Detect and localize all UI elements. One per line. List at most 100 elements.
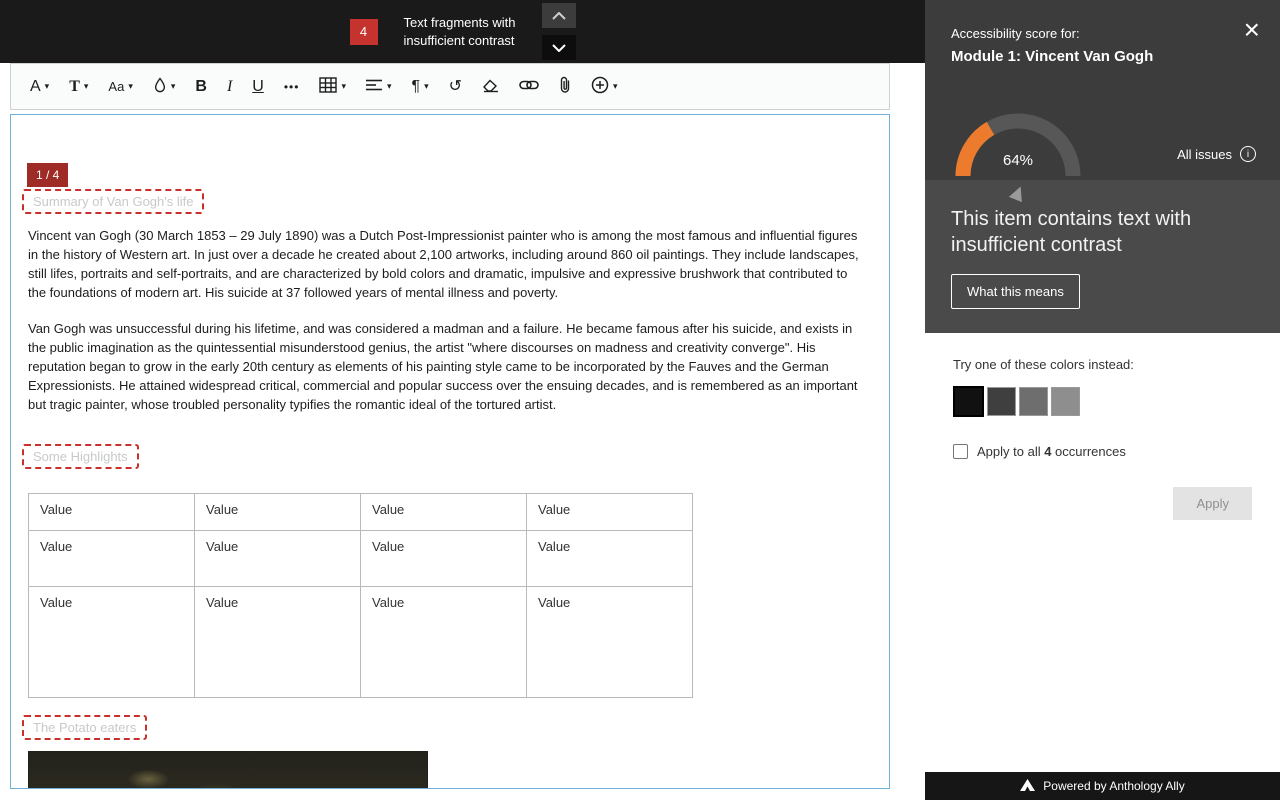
content-table: Value Value Value Value Value Value Valu… [28,493,693,698]
issue-label: Text fragments with insufficient contras… [404,14,516,50]
color-swatch-black[interactable] [953,386,984,417]
highlight-color-icon [153,77,167,97]
fragment-counter-badge: 1 / 4 [27,163,68,187]
bold-icon: B [195,79,207,95]
table-cell[interactable]: Value [29,494,195,531]
table-cell[interactable]: Value [29,587,195,698]
table-cell[interactable]: Value [195,531,361,587]
issue-label-line2: insufficient contrast [404,32,516,50]
editor-container: A ▾ T ▾ Aa ▾ ▾ B I [0,63,925,800]
apply-button[interactable]: Apply [1173,487,1252,520]
panel-header: × Accessibility score for: Module 1: Vin… [925,0,1280,180]
table-cell[interactable]: Value [527,494,693,531]
accessibility-score-gauge: 64% [953,104,1083,208]
chevron-up-icon [552,8,566,23]
align-button[interactable]: ▾ [357,74,401,99]
heading-potato-eaters-fragment[interactable]: The Potato eaters [22,715,147,740]
paragraph-van-gogh-intro: Vincent van Gogh (30 March 1853 – 29 Jul… [28,226,859,302]
footer-text: Powered by Anthology Ally [1043,779,1184,793]
potato-eaters-image [28,751,428,789]
previous-issue-button[interactable] [542,3,576,28]
close-panel-button[interactable]: × [1244,18,1260,42]
color-suggestion-section: Try one of these colors instead: Apply t… [925,333,1280,772]
score-value: 64% [953,152,1083,169]
apply-row: Apply [953,487,1252,520]
what-this-means-button[interactable]: What this means [951,274,1080,309]
link-icon [519,79,539,94]
link-button[interactable] [510,74,548,99]
chevron-down-icon: ▾ [387,81,392,92]
eraser-icon [482,78,499,96]
module-title: Module 1: Vincent Van Gogh [951,48,1256,65]
editor-content[interactable]: 1 / 4 Summary of Van Gogh's life Vincent… [10,114,890,789]
underline-icon: U [252,79,264,95]
all-issues-label: All issues [1177,147,1232,162]
table-cell[interactable]: Value [361,587,527,698]
table-cell[interactable]: Value [527,531,693,587]
more-options-icon: ••• [284,79,300,95]
color-swatch-gray[interactable] [1019,387,1048,416]
ally-accessibility-panel: × Accessibility score for: Module 1: Vin… [925,0,1280,800]
table-cell[interactable]: Value [361,494,527,531]
color-swatch-light-gray[interactable] [1051,387,1080,416]
table-row: Value Value Value Value [29,531,693,587]
table-button[interactable]: ▾ [310,72,355,101]
editor-toolbar: A ▾ T ▾ Aa ▾ ▾ B I [10,63,890,110]
table-cell[interactable]: Value [29,531,195,587]
all-issues-link[interactable]: All issues i [1177,146,1256,162]
text-color-button[interactable]: A ▾ [21,74,58,100]
table-cell[interactable]: Value [527,587,693,698]
bold-button[interactable]: B [186,74,216,100]
chevron-down-icon: ▾ [84,81,89,92]
anthology-logo-icon [1020,779,1035,794]
font-icon: T [69,79,80,95]
table-icon [319,77,337,96]
table-row: Value Value Value Value [29,587,693,698]
chevron-down-icon: ▾ [613,81,618,92]
undo-button[interactable]: ↺ [440,74,471,100]
plus-circle-icon [591,76,609,97]
more-options-button[interactable]: ••• [275,74,309,100]
highlight-color-button[interactable]: ▾ [144,72,185,102]
attachment-button[interactable] [550,71,580,102]
font-button[interactable]: T ▾ [60,74,97,100]
paragraph-van-gogh-legacy: Van Gogh was unsuccessful during his lif… [28,319,859,414]
chevron-down-icon: ▾ [45,81,50,92]
paragraph-format-button[interactable]: ¶ ▾ [403,74,438,100]
underline-button[interactable]: U [243,74,273,100]
suggestion-label: Try one of these colors instead: [953,357,1252,372]
align-icon [366,79,383,94]
chevron-down-icon [552,40,566,55]
heading-summary-fragment[interactable]: Summary of Van Gogh's life [22,189,204,214]
chevron-down-icon: ▾ [171,81,176,92]
text-size-icon: Aa [108,79,124,95]
info-icon[interactable]: i [1240,146,1256,162]
apply-all-checkbox[interactable] [953,444,968,459]
app-root: 4 Text fragments with insufficient contr… [0,0,1280,800]
apply-all-label: Apply to all 4 occurrences [977,444,1126,459]
text-size-button[interactable]: Aa ▾ [99,74,141,100]
next-issue-button[interactable] [542,35,576,60]
table-cell[interactable]: Value [361,531,527,587]
score-label: Accessibility score for: [951,26,1256,41]
table-cell[interactable]: Value [195,587,361,698]
heading-highlights-fragment[interactable]: Some Highlights [22,444,139,469]
apply-all-row[interactable]: Apply to all 4 occurrences [953,444,1252,459]
issue-description: This item contains text with insufficien… [951,206,1221,258]
issue-label-line1: Text fragments with [404,14,516,32]
color-swatch-dark-gray[interactable] [987,387,1016,416]
chevron-down-icon: ▾ [341,81,346,92]
clear-formatting-button[interactable] [473,73,508,101]
undo-icon: ↺ [449,79,462,95]
contrast-issues-topbar: 4 Text fragments with insufficient contr… [0,0,925,63]
italic-button[interactable]: I [218,74,241,100]
chevron-down-icon: ▾ [128,81,133,92]
paragraph-icon: ¶ [412,79,421,95]
table-cell[interactable]: Value [195,494,361,531]
insert-content-button[interactable]: ▾ [582,71,627,102]
issue-count-badge: 4 [350,19,378,45]
color-swatches [953,387,1252,416]
text-color-icon: A [30,79,41,95]
issue-navigation [542,3,576,60]
editor-pane: 4 Text fragments with insufficient contr… [0,0,925,800]
